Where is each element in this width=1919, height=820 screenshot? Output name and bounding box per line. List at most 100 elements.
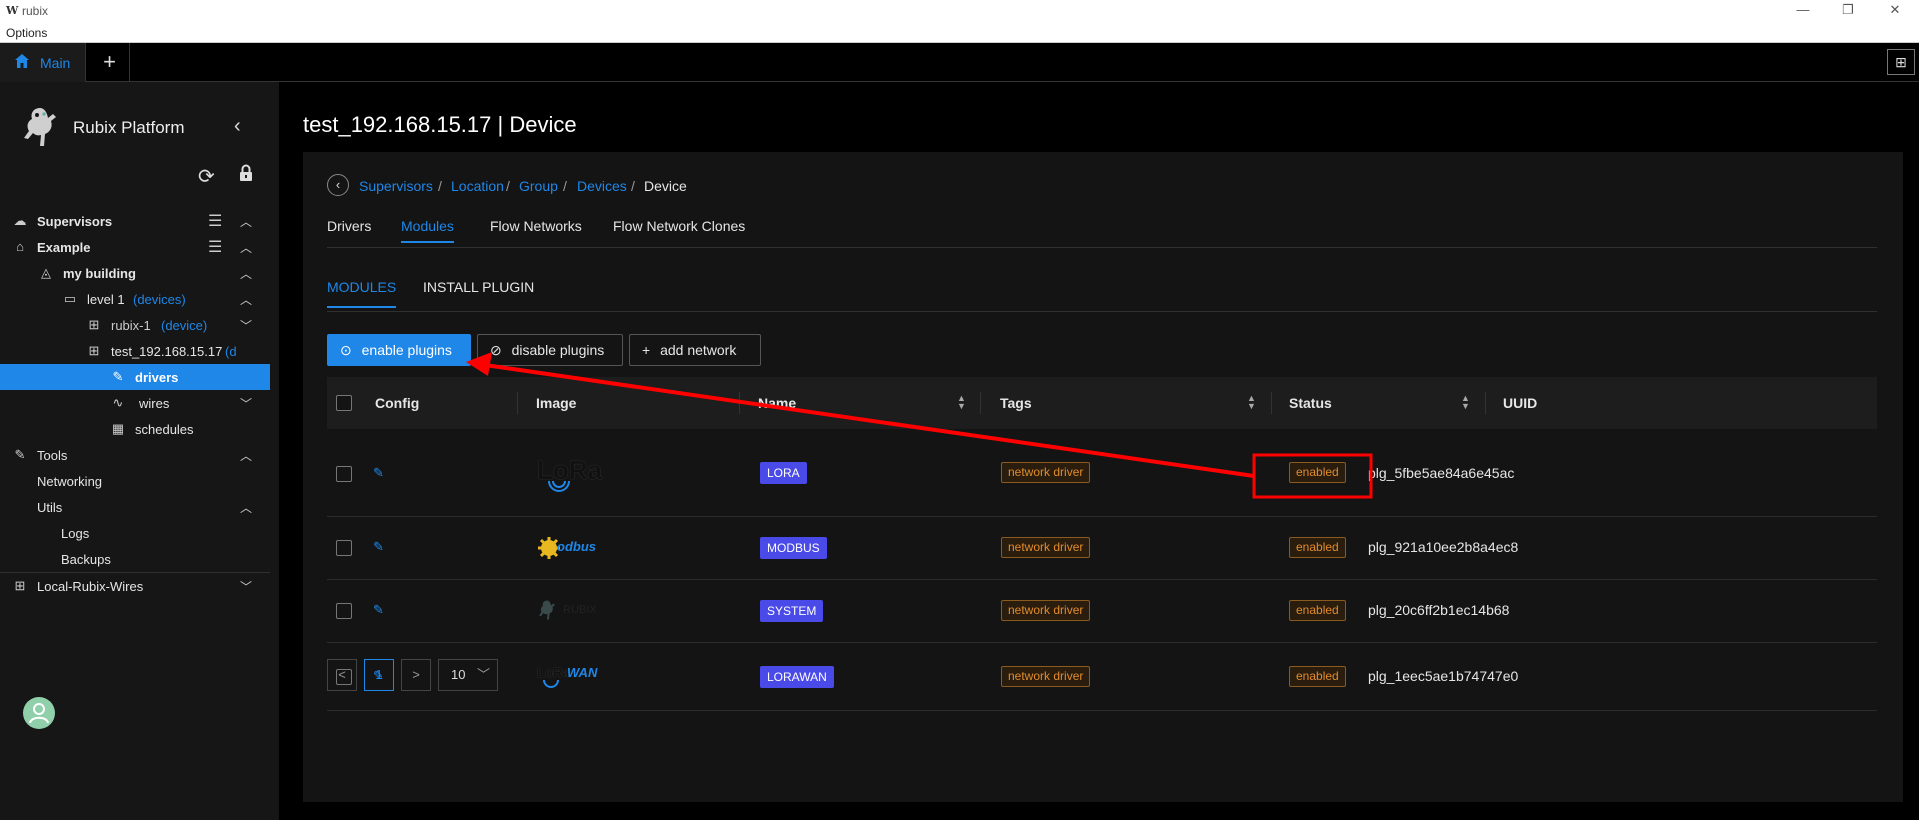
chevron-down-icon[interactable]: ﹀ [240, 578, 252, 595]
sidebar-item-tools[interactable]: ✎ Tools ︿ [0, 442, 270, 468]
tab-main[interactable]: Main [0, 43, 86, 82]
brand-name: Rubix Platform [73, 118, 185, 137]
minimize-icon[interactable]: — [1783, 2, 1823, 20]
sidebar-item-local-rubix-wires[interactable]: ⊞ Local-Rubix-Wires ﹀ [0, 573, 270, 599]
sidebar-item-rubix-1[interactable]: ⊞ rubix-1 (device) ﹀ [0, 312, 270, 338]
lorawan-logo-lora: LoRa [537, 665, 570, 680]
page-1-button[interactable]: 1 [364, 659, 394, 691]
breadcrumb-supervisors[interactable]: Supervisors [359, 178, 433, 194]
tab-flow-network-clones[interactable]: Flow Network Clones [613, 218, 745, 234]
window-titlebar: W rubix — ❐ ✕ [0, 0, 1919, 23]
module-subtabs: MODULES INSTALL PLUGIN [327, 279, 1877, 312]
close-icon[interactable]: ✕ [1875, 2, 1915, 20]
tag-badge: network driver [1001, 666, 1091, 687]
chevron-up-icon[interactable]: ︿ [240, 499, 252, 516]
col-config: Config [375, 395, 420, 411]
device-tree-icon: ⊞ [88, 317, 100, 332]
page-title: test_192.168.15.17 | Device [303, 112, 577, 137]
tag-badge: network driver [1001, 462, 1091, 483]
sort-icon[interactable]: ▲ ▼ [957, 394, 966, 411]
sidebar-item-example[interactable]: ⌂ Example ☰ ︿ [0, 234, 270, 260]
chevron-up-icon[interactable]: ︿ [240, 291, 252, 308]
col-status[interactable]: Status [1289, 395, 1332, 411]
sidebar-item-label: wires [139, 396, 170, 411]
modbus-logo: odbus [537, 535, 617, 561]
sidebar-item-label: rubix-1 [111, 318, 151, 333]
home-outline-icon: ⌂ [16, 239, 24, 254]
sidebar-item-networking[interactable]: Networking [0, 468, 270, 494]
sort-icon[interactable]: ▲ ▼ [1461, 394, 1470, 411]
chevron-down-icon[interactable]: ﹀ [240, 395, 252, 412]
enable-plugins-button[interactable]: ⊙ enable plugins [327, 334, 471, 366]
tab-modules[interactable]: Modules [401, 218, 454, 243]
back-icon[interactable]: ‹ [327, 174, 349, 196]
sidebar-item-my-building[interactable]: ◬ my building ︿ [0, 260, 270, 286]
row-checkbox[interactable] [336, 540, 352, 556]
lock-icon[interactable] [238, 164, 254, 182]
sidebar-item-label: Networking [37, 474, 103, 489]
sidebar-item-level-1[interactable]: ▭ level 1 (devices) ︿ [0, 286, 270, 312]
page-size-select[interactable]: 10 ﹀ [438, 659, 498, 691]
add-tab-button[interactable]: + [90, 43, 130, 82]
sidebar-item-backups[interactable]: Backups [0, 546, 270, 572]
sidebar-item-logs[interactable]: Logs [0, 520, 270, 546]
status-badge: enabled [1289, 462, 1346, 483]
breadcrumb-location[interactable]: Location [451, 178, 504, 194]
chevron-up-icon[interactable]: ︿ [240, 447, 252, 464]
calendar-icon: ▦ [111, 421, 125, 436]
refresh-icon[interactable]: ⟳ [198, 164, 215, 189]
sidebar-item-schedules[interactable]: ▦ schedules [0, 416, 270, 442]
tab-flow-networks[interactable]: Flow Networks [490, 218, 582, 234]
edit-icon[interactable]: ✎ [373, 539, 384, 555]
table-row[interactable]: ✎ odbus MODBUS network driver enabled pl… [327, 517, 1877, 580]
restore-icon[interactable]: ❐ [1828, 2, 1868, 20]
sidebar-item-utils[interactable]: Utils ︿ [0, 494, 270, 520]
uuid-text: plg_1eec5ae1b74747e0 [1368, 668, 1519, 684]
collapse-sidebar-icon[interactable]: ‹ [234, 115, 241, 138]
menu-icon[interactable]: ☰ [208, 211, 222, 231]
menu-options[interactable]: Options [6, 26, 47, 40]
layout-toggle-button[interactable]: ⊞ [1887, 49, 1915, 75]
table-row[interactable]: ✎ RUBIX SYSTEM network driver enabled pl… [327, 580, 1877, 643]
chevron-up-icon[interactable]: ︿ [240, 239, 252, 256]
sidebar-item-label: Backups [61, 552, 111, 567]
sidebar-item-drivers[interactable]: ✎ drivers [0, 364, 270, 390]
prev-page-button[interactable]: < [327, 659, 357, 691]
device-card: ‹ Supervisors / Location / Group / Devic… [303, 152, 1903, 802]
breadcrumb-devices[interactable]: Devices [577, 178, 627, 194]
user-avatar[interactable] [23, 697, 55, 729]
add-network-button[interactable]: + add network [629, 334, 761, 366]
subtab-install-plugin[interactable]: INSTALL PLUGIN [423, 279, 534, 295]
next-page-button[interactable]: > [401, 659, 431, 691]
chevron-down-icon[interactable]: ﹀ [240, 317, 252, 334]
col-tags[interactable]: Tags [1000, 395, 1032, 411]
rubix-logo: RUBIX [537, 598, 607, 624]
sidebar: Rubix Platform ‹ ⟳ ☁ Supervisors ☰ ︿ ⌂ E… [0, 82, 279, 820]
subtab-modules[interactable]: MODULES [327, 279, 397, 308]
sidebar-item-wires[interactable]: ∿ wires ﹀ [0, 390, 270, 416]
tab-drivers[interactable]: Drivers [327, 218, 371, 234]
select-all-checkbox[interactable] [336, 395, 352, 411]
chevron-up-icon[interactable]: ︿ [240, 265, 252, 282]
breadcrumb-group[interactable]: Group [519, 178, 558, 194]
menu-icon[interactable]: ☰ [208, 237, 222, 257]
table-row[interactable]: ✎ LoRa WAN LORAWAN network driver enable… [327, 643, 1877, 711]
sidebar-item-suffix: (d [225, 344, 237, 359]
row-checkbox[interactable] [336, 466, 352, 482]
sort-icon[interactable]: ▲ ▼ [1247, 394, 1256, 411]
column-separator [739, 392, 740, 414]
name-tag: LORA [760, 462, 807, 484]
row-checkbox[interactable] [336, 603, 352, 619]
table-row[interactable]: ✎ LoRa LORA network driver enabled plg_5… [327, 429, 1877, 517]
rubix-logo-text: RUBIX [563, 604, 597, 616]
disable-plugins-button[interactable]: ⊘ disable plugins [477, 334, 623, 366]
sidebar-item-label: my building [63, 266, 136, 281]
sidebar-item-label: Example [37, 240, 91, 255]
chevron-up-icon[interactable]: ︿ [240, 213, 252, 230]
edit-icon[interactable]: ✎ [373, 602, 384, 618]
sidebar-item-test-device[interactable]: ⊞ test_192.168.15.17 (d [0, 338, 270, 364]
window-title: rubix [22, 4, 49, 18]
edit-icon[interactable]: ✎ [373, 465, 384, 481]
sidebar-item-supervisors[interactable]: ☁ Supervisors ☰ ︿ [0, 208, 270, 234]
col-name[interactable]: Name [758, 395, 796, 411]
